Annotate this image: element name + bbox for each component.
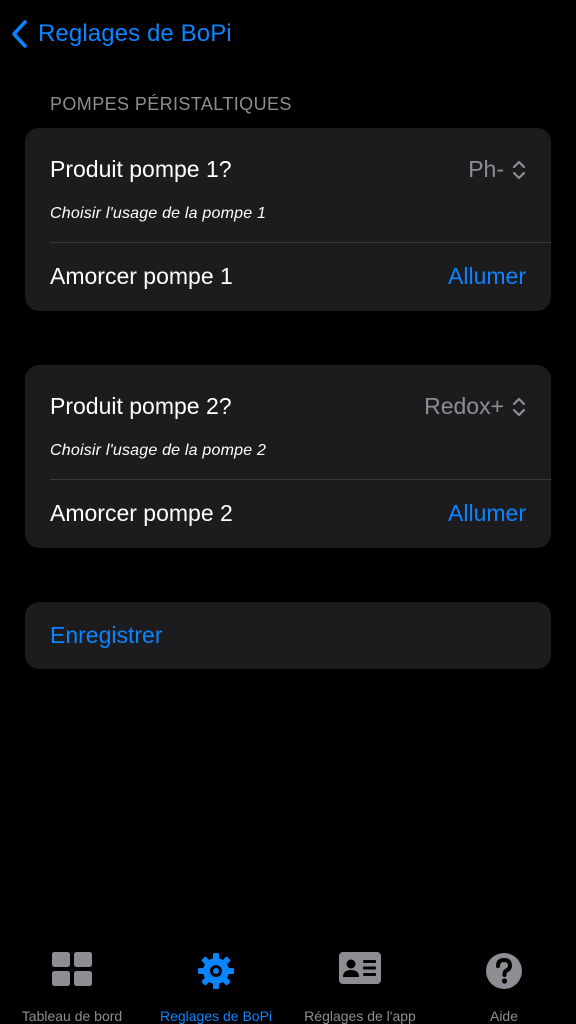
pump-2-picker-row: Produit pompe 2? Redox+ Choisir l'usage … bbox=[25, 365, 551, 479]
tab-bopi-settings[interactable]: Reglages de BoPi bbox=[144, 940, 288, 1024]
pump-2-prime-label: Amorcer pompe 2 bbox=[50, 500, 233, 526]
section-header: POMPES PÉRISTALTIQUES bbox=[50, 94, 292, 114]
tab-bar: Tableau de bord Reglages de BoPi Réglage… bbox=[0, 940, 576, 1024]
pump-2-picker-footer: Choisir l'usage de la pompe 2 bbox=[50, 442, 267, 459]
contact-card-icon bbox=[339, 952, 381, 984]
chevron-left-icon bbox=[12, 20, 27, 48]
back-button-label: Reglages de BoPi bbox=[38, 20, 232, 47]
pump-2-prime-row: Amorcer pompe 2 Allumer bbox=[25, 480, 551, 548]
pump-1-picker-label: Produit pompe 1? bbox=[50, 156, 232, 182]
pump-2-card: Produit pompe 2? Redox+ Choisir l'usage … bbox=[25, 365, 551, 548]
tab-bopi-settings-label: Reglages de BoPi bbox=[159, 1008, 273, 1024]
tab-dashboard[interactable]: Tableau de bord bbox=[0, 940, 144, 1024]
pump-2-product-picker[interactable]: Redox+ bbox=[424, 393, 526, 420]
pump-1-picker-row: Produit pompe 1? Ph- Choisir l'usage de … bbox=[25, 128, 551, 242]
tab-dashboard-label: Tableau de bord bbox=[21, 1008, 123, 1024]
pump-2-turn-on-button[interactable]: Allumer bbox=[448, 500, 526, 527]
pump-1-prime-label: Amorcer pompe 1 bbox=[50, 263, 233, 289]
pump-1-picker-footer: Choisir l'usage de la pompe 1 bbox=[50, 205, 267, 222]
pump-2-picker-value: Redox+ bbox=[424, 393, 504, 419]
save-card: Enregistrer bbox=[25, 602, 551, 669]
up-down-chevron-icon bbox=[512, 397, 526, 416]
pump-1-picker-value: Ph- bbox=[468, 156, 504, 182]
tab-app-settings[interactable]: Réglages de l'app bbox=[288, 940, 432, 1024]
up-down-chevron-icon bbox=[512, 160, 526, 179]
pump-1-prime-row: Amorcer pompe 1 Allumer bbox=[25, 243, 551, 311]
pump-1-turn-on-button[interactable]: Allumer bbox=[448, 263, 526, 290]
help-icon bbox=[486, 953, 522, 989]
tab-help-label: Aide bbox=[489, 1008, 519, 1024]
save-button[interactable]: Enregistrer bbox=[50, 622, 162, 649]
pump-1-product-picker[interactable]: Ph- bbox=[468, 156, 526, 183]
dashboard-grid-icon bbox=[52, 952, 92, 986]
tab-help[interactable]: Aide bbox=[432, 940, 576, 1024]
tab-app-settings-label: Réglages de l'app bbox=[304, 1008, 416, 1024]
back-button[interactable]: Reglages de BoPi bbox=[10, 14, 232, 54]
gear-icon bbox=[198, 953, 234, 989]
pump-1-card: Produit pompe 1? Ph- Choisir l'usage de … bbox=[25, 128, 551, 311]
pump-2-picker-label: Produit pompe 2? bbox=[50, 393, 232, 419]
